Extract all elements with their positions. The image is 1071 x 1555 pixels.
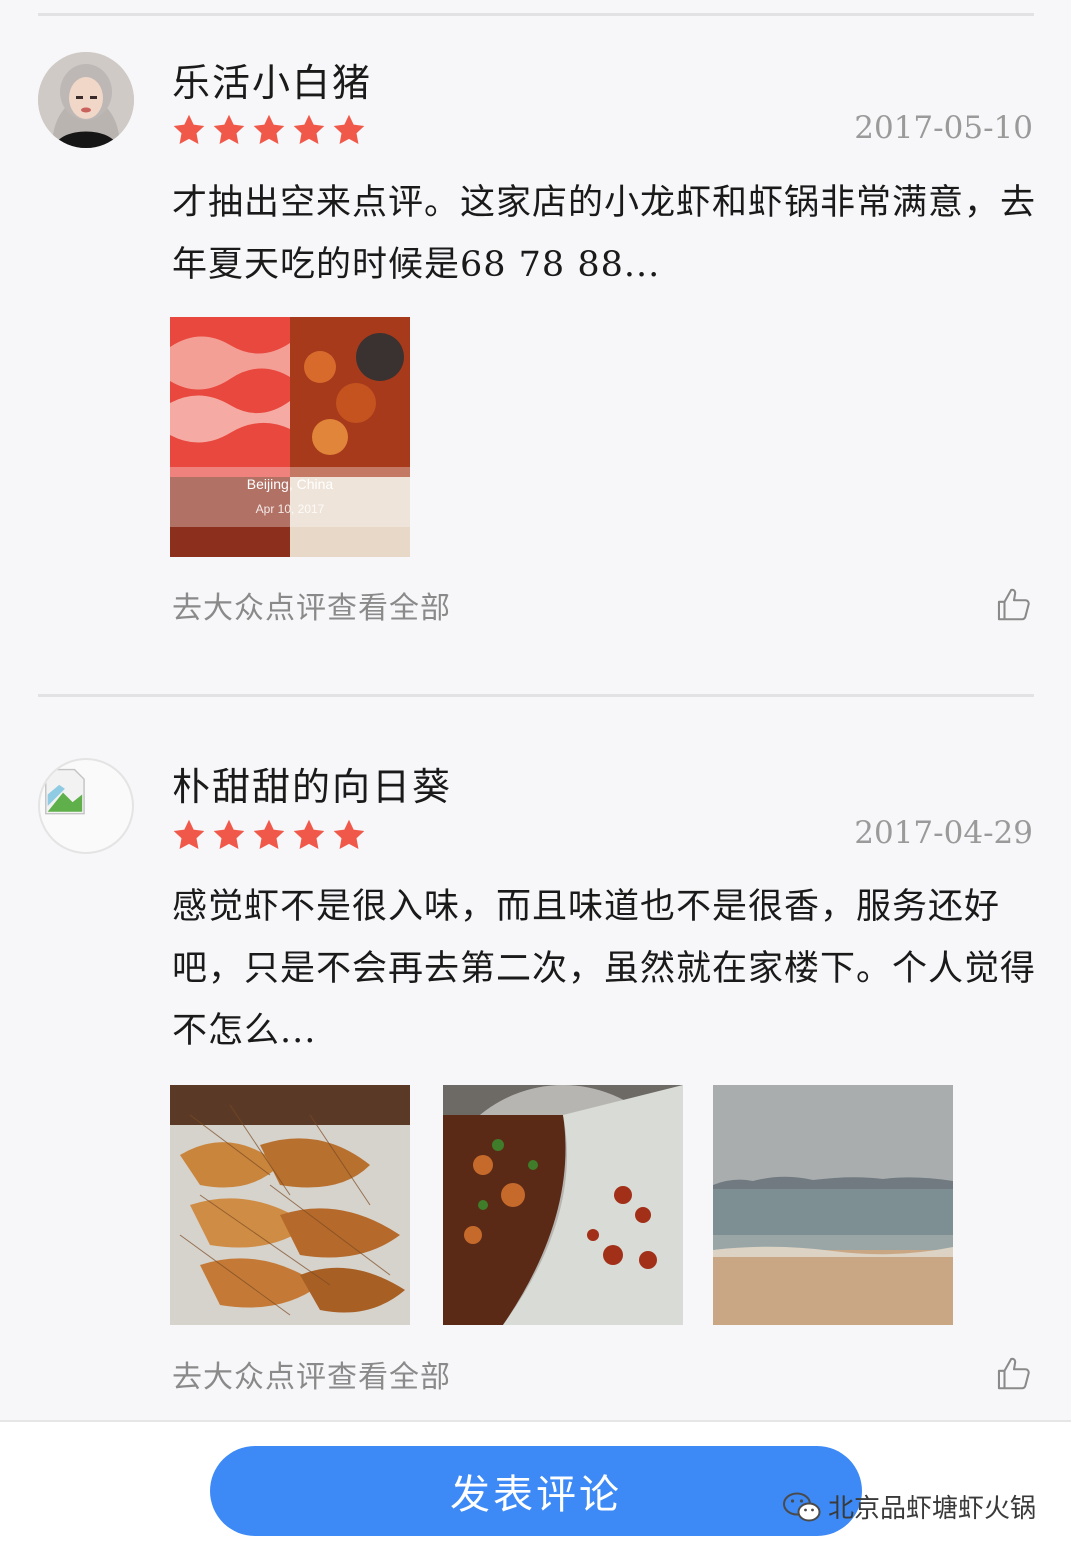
hotpot-photo[interactable] xyxy=(443,1085,683,1325)
beach-photo[interactable] xyxy=(713,1085,953,1325)
post-comment-button[interactable]: 发表评论 xyxy=(210,1446,862,1536)
star-icon xyxy=(293,819,325,849)
star-icon xyxy=(213,114,245,144)
bottom-bar: 发表评论 北京品虾塘虾火锅 xyxy=(0,1420,1071,1555)
star-icon xyxy=(173,114,205,144)
avatar[interactable] xyxy=(38,52,134,148)
review-text: 才抽出空来点评。这家店的小龙虾和虾锅非常满意，去年夏天吃的时候是68 78 88… xyxy=(172,183,1037,285)
broken-image-icon xyxy=(45,768,85,815)
star-icon xyxy=(253,819,285,849)
photo-overlay-place: Beijing, China xyxy=(247,476,334,492)
star-icon xyxy=(253,114,285,144)
account-watermark: 北京品虾塘虾火锅 xyxy=(782,1488,1036,1525)
review-date: 2017-05-10 xyxy=(854,110,1033,146)
avatar[interactable] xyxy=(38,758,134,854)
username[interactable]: 乐活小白猪 xyxy=(172,52,372,107)
star-icon xyxy=(173,819,205,849)
view-all-link[interactable]: 去大众点评查看全部 xyxy=(172,583,451,627)
star-icon xyxy=(293,114,325,144)
photo-overlay-date: Apr 10, 2017 xyxy=(256,502,325,516)
username[interactable]: 朴甜甜的向日葵 xyxy=(172,756,452,811)
review-text: 感觉虾不是很入味，而且味道也不是很香，服务还好吧，只是不会再去第二次，虽然就在家… xyxy=(172,887,1037,1051)
thumbs-up-icon[interactable] xyxy=(995,586,1033,624)
star-icon xyxy=(333,819,365,849)
wechat-icon xyxy=(783,1492,821,1521)
review-card: 朴甜甜的向日葵 2017-04-29 感觉虾不是很入味，而且味道也不是很香，服务… xyxy=(0,700,1071,1418)
review-card: 乐活小白猪 2017-05-10 才抽出空来点评。这家店的小龙虾和虾锅非常满意，… xyxy=(0,0,1071,690)
review-date: 2017-04-29 xyxy=(854,815,1033,851)
review-divider xyxy=(38,694,1034,697)
star-icon xyxy=(213,819,245,849)
rating-stars xyxy=(170,817,368,853)
thumbs-up-icon[interactable] xyxy=(995,1355,1033,1393)
collage-photo[interactable]: Beijing, China Apr 10, 2017 xyxy=(170,317,410,557)
star-icon xyxy=(333,114,365,144)
view-all-link[interactable]: 去大众点评查看全部 xyxy=(172,1352,451,1396)
fried-shrimp-photo[interactable] xyxy=(170,1085,410,1325)
account-name: 北京品虾塘虾火锅 xyxy=(828,1494,1037,1524)
rating-stars xyxy=(170,112,368,148)
